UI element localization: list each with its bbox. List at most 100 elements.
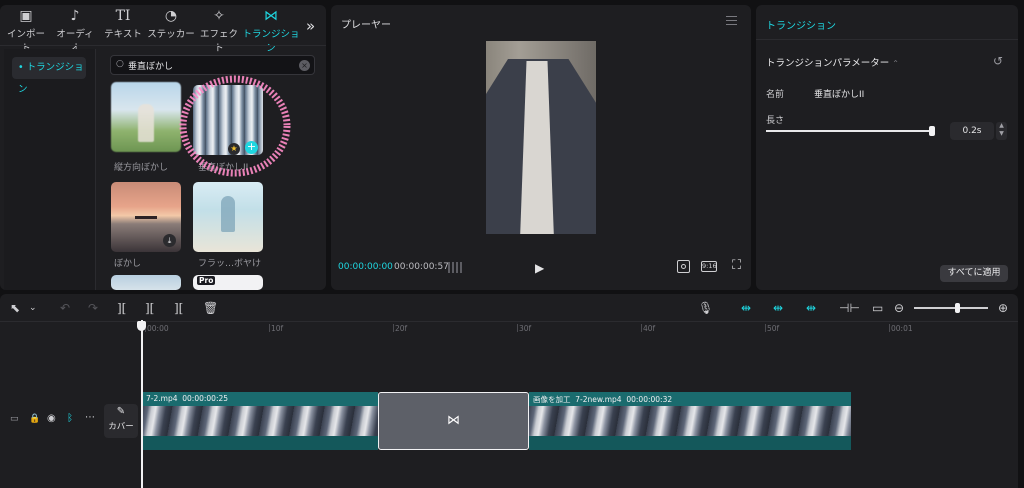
sticker-icon: ◔ [164, 8, 178, 24]
transition-thumb-vertical-blur[interactable] [111, 82, 181, 152]
tab-transition[interactable]: ⋈ トランジション [242, 8, 300, 54]
trim-left-icon[interactable]: ][ [145, 300, 154, 316]
eye-icon[interactable]: ◉ [47, 413, 56, 424]
current-timecode: 00:00:00:00 [338, 262, 393, 272]
menu-icon[interactable] [726, 16, 737, 25]
duration-stepper[interactable]: ▲ ▼ [996, 122, 1007, 140]
clip-thumbnails [529, 406, 851, 436]
play-icon[interactable]: ▶ [535, 261, 544, 275]
center-icon[interactable]: ⊣⊢ [839, 300, 860, 316]
tab-divider [0, 45, 326, 46]
clip-2-duration: 00:00:00:32 [626, 395, 673, 404]
tab-import[interactable]: ▣ インポート [4, 8, 48, 54]
more-tabs-icon[interactable]: » [306, 17, 315, 35]
aspect-ratio-icon[interactable]: 9:16 [701, 261, 717, 272]
tab-sticker-label: ステッカー [147, 29, 195, 40]
timeline-panel: ⬉ ⌄ ↶ ↷ ][ ][ ][ 🗑 🎙 ⇹ ⇹ ⇹ ⊣⊢ ▭ ⊖ ⊕ 00:0… [0, 294, 1018, 488]
clear-search-icon[interactable]: × [299, 60, 310, 71]
microphone-icon[interactable]: 🎙 [698, 300, 713, 316]
preview-video [486, 41, 596, 234]
inspector-title: トランジション [766, 21, 836, 32]
collapse-icon[interactable]: ⌃ [892, 59, 899, 68]
zoom-in-icon[interactable]: ⊕ [998, 300, 1008, 316]
category-sidebar: • トランジション [4, 49, 96, 290]
download-icon[interactable]: ⤓ [163, 234, 176, 247]
more-icon[interactable]: ⋯ [85, 412, 95, 423]
zoom-slider-track[interactable] [914, 307, 988, 309]
player-title: プレーヤー [341, 20, 391, 31]
linkage-icon[interactable]: ⇹ [806, 300, 816, 316]
auto-snap-icon[interactable]: ⇹ [773, 300, 783, 316]
transition-thumb[interactable] [111, 275, 181, 290]
thumb-horizon [135, 216, 157, 219]
parameter-heading: トランジションパラメーター ⌃ [766, 55, 899, 69]
clip-audio-strip [142, 436, 378, 450]
transition-block[interactable]: ⋈ [378, 392, 529, 450]
tab-sticker[interactable]: ◔ ステッカー [146, 8, 196, 42]
tab-effect[interactable]: ✧ エフェクト [198, 8, 240, 54]
delete-icon[interactable]: 🗑 [203, 300, 218, 316]
import-icon: ▣ [19, 8, 33, 24]
player-panel: プレーヤー 00:00:00:00 00:00:00:57 ▶ 9:16 ⛶ [331, 5, 751, 290]
search-input[interactable] [128, 58, 298, 72]
ruler-tick: 00:01 [889, 324, 913, 333]
playhead[interactable] [141, 320, 143, 488]
clip-2-file: 7-2new.mp4 [575, 395, 622, 404]
name-label: 名前 [766, 90, 785, 100]
ruler-tick: 00:00 [145, 324, 169, 333]
duration-slider-handle[interactable] [929, 126, 935, 136]
transition-thumb-blur[interactable]: ⤓ [111, 182, 181, 252]
clip-1-name: 7-2.mp4 [146, 394, 178, 403]
duration-slider-track[interactable] [766, 130, 932, 132]
preview-axis-icon[interactable]: ▭ [872, 300, 883, 316]
fullscreen-icon[interactable]: ⛶ [732, 258, 741, 273]
zoom-out-icon[interactable]: ⊖ [894, 300, 904, 316]
inspector-divider [756, 39, 1018, 40]
clip-2-label: 画像を加工 7-2new.mp4 00:00:00:32 [533, 394, 672, 405]
cover-button[interactable]: ✎ カバー [104, 404, 138, 438]
transition-icon: ⋈ [447, 413, 460, 428]
name-value: 垂直ぼかしII [814, 90, 865, 100]
clip-2-name: 画像を加工 [533, 395, 571, 404]
chevron-down-icon[interactable]: ⌄ [29, 300, 37, 316]
zoom-slider-handle[interactable] [955, 303, 960, 313]
screenshot-icon[interactable] [677, 260, 690, 273]
track-header: ▭ 🔒 ◉ ᛒ ⋯ [0, 392, 102, 452]
apply-all-button[interactable]: すべてに適用 [940, 265, 1008, 282]
pro-badge: Pro [197, 276, 216, 285]
tab-audio[interactable]: ♪ オーディオ [52, 8, 98, 54]
tab-effect-label: エフェクト [199, 29, 238, 54]
playhead-handle[interactable] [137, 321, 146, 331]
reset-icon[interactable]: ↺ [993, 54, 1003, 68]
screenshot-icon-lens [680, 263, 686, 269]
clip-audio-strip [529, 436, 851, 450]
thumb-figure [221, 196, 235, 232]
select-tool-icon[interactable]: ⬉ [10, 300, 20, 316]
audio-toggle-icon[interactable]: ᛒ [67, 413, 73, 424]
timeline-list-icon[interactable] [448, 262, 464, 273]
audio-icon: ♪ [70, 8, 80, 24]
link-main-track-icon[interactable]: ⇹ [741, 300, 751, 316]
split-icon[interactable]: ][ [117, 300, 126, 316]
duration-label: 長さ [766, 116, 785, 126]
lock-icon[interactable]: 🔒 [29, 414, 40, 424]
redo-icon[interactable]: ↷ [88, 300, 98, 316]
parameter-heading-label: トランジションパラメーター [766, 58, 890, 69]
result-label: ぼかし [114, 259, 142, 269]
ruler-tick: 20f [392, 324, 408, 333]
duration-input[interactable]: 0.2s [950, 122, 994, 140]
category-transition[interactable]: • トランジション [12, 57, 86, 95]
transition-thumb-pro[interactable]: Pro [193, 275, 263, 290]
tab-text-label: テキスト [104, 29, 142, 40]
transition-thumb-flash-blur[interactable] [193, 182, 263, 252]
clip-1-label: 7-2.mp4 00:00:00:25 [146, 394, 228, 403]
video-clip-2[interactable]: 画像を加工 7-2new.mp4 00:00:00:32 [529, 392, 851, 450]
video-clip-1[interactable]: 7-2.mp4 00:00:00:25 [142, 392, 378, 450]
ruler-tick: 50f [764, 324, 780, 333]
inspector-panel: トランジション トランジションパラメーター ⌃ ↺ 名前 垂直ぼかしII 長さ … [756, 5, 1018, 290]
tab-text[interactable]: TI テキスト [104, 8, 142, 42]
result-label: フラッ…ボヤけ [198, 259, 262, 269]
undo-icon[interactable]: ↶ [60, 300, 70, 316]
trim-right-icon[interactable]: ][ [174, 300, 183, 316]
toolbar-divider [0, 321, 1018, 322]
